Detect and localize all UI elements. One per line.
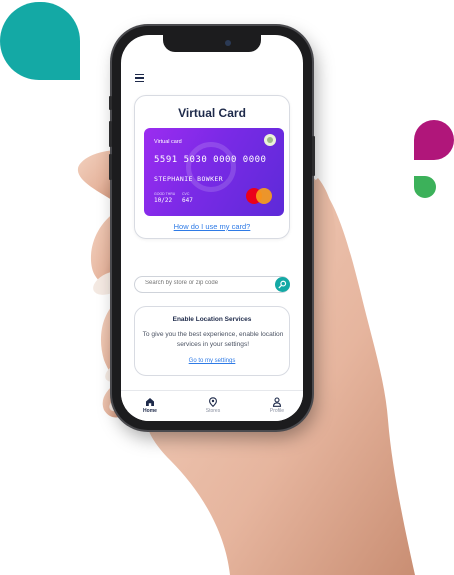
virtual-card[interactable]: Virtual card 5591 5030 0000 0000 STEPHAN… <box>144 128 284 216</box>
cvc-label: CVC <box>182 192 190 196</box>
card-expiry: 10/22 <box>154 197 173 204</box>
search-input[interactable] <box>145 280 265 286</box>
green-blob-decoration <box>414 176 436 198</box>
volume-down-button <box>109 154 112 180</box>
nav-label-stores: Stores <box>205 408 221 414</box>
mute-switch <box>109 96 112 110</box>
card-swirl-decoration <box>186 142 236 192</box>
user-icon <box>272 397 282 407</box>
map-pin-icon <box>209 397 217 407</box>
nav-item-home[interactable]: Home <box>130 397 170 414</box>
card-label: Virtual card <box>154 139 182 145</box>
bottom-nav: Home Stores Profile <box>121 390 303 421</box>
search-icon <box>278 280 287 289</box>
nav-item-profile[interactable]: Profile <box>257 397 297 414</box>
card-cvc: 647 <box>182 197 193 204</box>
card-number: 5591 5030 0000 0000 <box>154 155 267 165</box>
home-icon <box>146 398 154 406</box>
volume-up-button <box>109 121 112 147</box>
location-services-body: To give you the best experience, enable … <box>142 331 284 348</box>
card-help-link[interactable]: How do I use my card? <box>135 222 289 231</box>
teal-blob-decoration <box>0 2 80 80</box>
nav-item-stores[interactable]: Stores <box>193 397 233 414</box>
cardholder-name: STEPHANIE BOWKER <box>154 175 224 183</box>
notch <box>163 35 261 52</box>
virtual-card-panel: Virtual Card Virtual card 5591 5030 0000… <box>134 95 290 239</box>
expiry-label: GOOD THRU <box>154 192 176 196</box>
settings-link[interactable]: Go to my settings <box>135 358 289 364</box>
card-brand-logo-icon <box>264 134 276 146</box>
location-services-title: Enable Location Services <box>172 316 252 323</box>
store-search-bar <box>134 276 290 293</box>
search-button[interactable] <box>275 277 290 292</box>
phone-device: Virtual Card Virtual card 5591 5030 0000… <box>109 26 315 430</box>
hamburger-icon[interactable] <box>135 74 144 82</box>
magenta-blob-decoration <box>414 120 454 160</box>
nav-label-profile: Profile <box>269 408 285 414</box>
virtual-card-title: Virtual Card <box>178 106 246 120</box>
phone-screen: Virtual Card Virtual card 5591 5030 0000… <box>121 35 303 421</box>
mastercard-icon <box>246 188 274 204</box>
nav-label-home: Home <box>143 408 157 414</box>
power-button <box>312 136 315 176</box>
location-services-panel: Enable Location Services To give you the… <box>134 306 290 376</box>
